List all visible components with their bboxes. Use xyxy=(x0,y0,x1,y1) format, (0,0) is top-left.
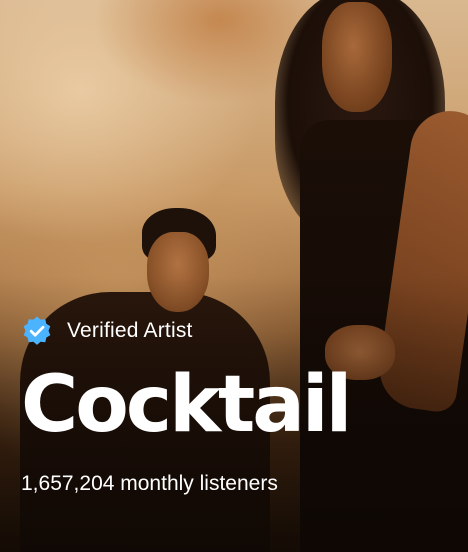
artist-info: Verified Artist Cocktail 1,657,204 month… xyxy=(21,314,458,496)
monthly-listeners: 1,657,204 monthly listeners xyxy=(21,472,278,495)
artist-name: Cocktail xyxy=(21,360,352,450)
verified-badge-icon xyxy=(21,315,53,347)
verified-artist-badge: Verified Artist xyxy=(21,314,458,348)
verified-artist-label: Verified Artist xyxy=(67,319,193,342)
artist-header: Verified Artist Cocktail 1,657,204 month… xyxy=(0,0,468,552)
